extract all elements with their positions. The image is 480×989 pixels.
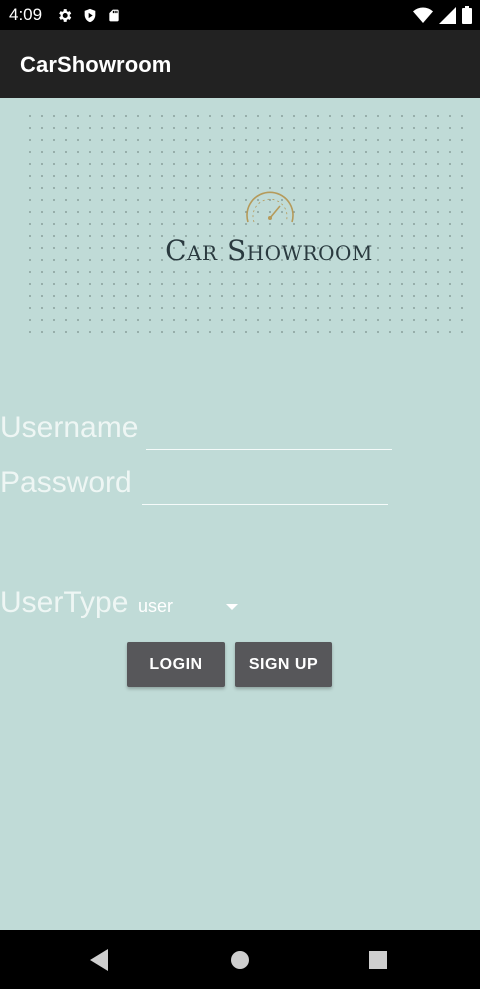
password-label: Password [0, 466, 132, 499]
password-underline [142, 504, 388, 505]
username-underline [146, 449, 392, 450]
back-icon[interactable] [90, 949, 110, 971]
username-label: Username [0, 411, 139, 444]
password-field[interactable] [142, 473, 392, 505]
app-title: CarShowroom [20, 52, 172, 77]
sd-card-icon [109, 9, 119, 21]
status-bar: 4:09 [0, 0, 480, 30]
speedometer-icon [246, 191, 294, 223]
signal-icon [439, 6, 456, 24]
home-icon[interactable] [230, 950, 250, 970]
usertype-selected-value: user [138, 596, 174, 616]
navigation-bar [0, 930, 480, 989]
logo-text: Car Showroom [165, 234, 373, 267]
battery-icon [462, 6, 472, 24]
signup-button[interactable]: SIGN UP [235, 642, 332, 687]
status-time: 4:09 [9, 5, 43, 24]
username-field[interactable] [146, 418, 396, 450]
play-protect-icon [84, 8, 96, 22]
app-bar: CarShowroom [0, 30, 480, 98]
gear-icon [59, 8, 72, 22]
usertype-label: UserType [0, 586, 129, 619]
logo-banner: Car Showroom [24, 110, 464, 342]
login-button[interactable]: LOGIN [127, 642, 225, 687]
wifi-icon [413, 7, 433, 23]
login-screen: Car Showroom Username Password UserType … [0, 98, 480, 930]
recents-icon[interactable] [369, 951, 387, 969]
dropdown-arrow-icon [226, 604, 238, 610]
